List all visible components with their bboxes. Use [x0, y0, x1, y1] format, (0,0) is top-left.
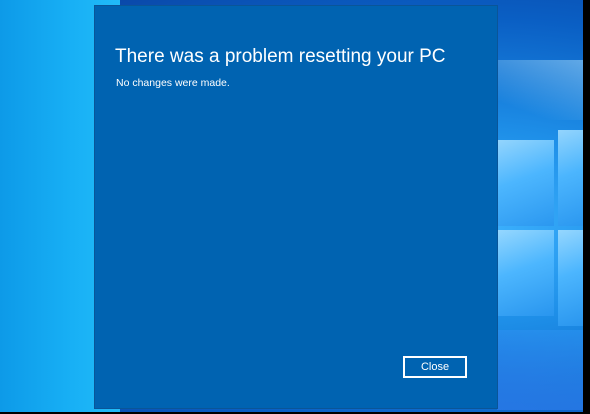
wallpaper-light-beam: [497, 60, 583, 120]
dialog-title: There was a problem resetting your PC: [115, 46, 446, 67]
windows-logo-pane: [558, 130, 583, 226]
reset-error-dialog: There was a problem resetting your PC No…: [95, 6, 497, 408]
windows-logo-pane: [558, 230, 583, 326]
dialog-message: No changes were made.: [116, 77, 230, 89]
wallpaper-light-floor: [497, 330, 583, 410]
desktop-background: There was a problem resetting your PC No…: [0, 0, 583, 412]
windows-logo-pane: [496, 230, 554, 316]
windows-logo-icon: [496, 130, 583, 330]
close-button[interactable]: Close: [403, 356, 467, 378]
windows-logo-pane: [496, 140, 554, 226]
